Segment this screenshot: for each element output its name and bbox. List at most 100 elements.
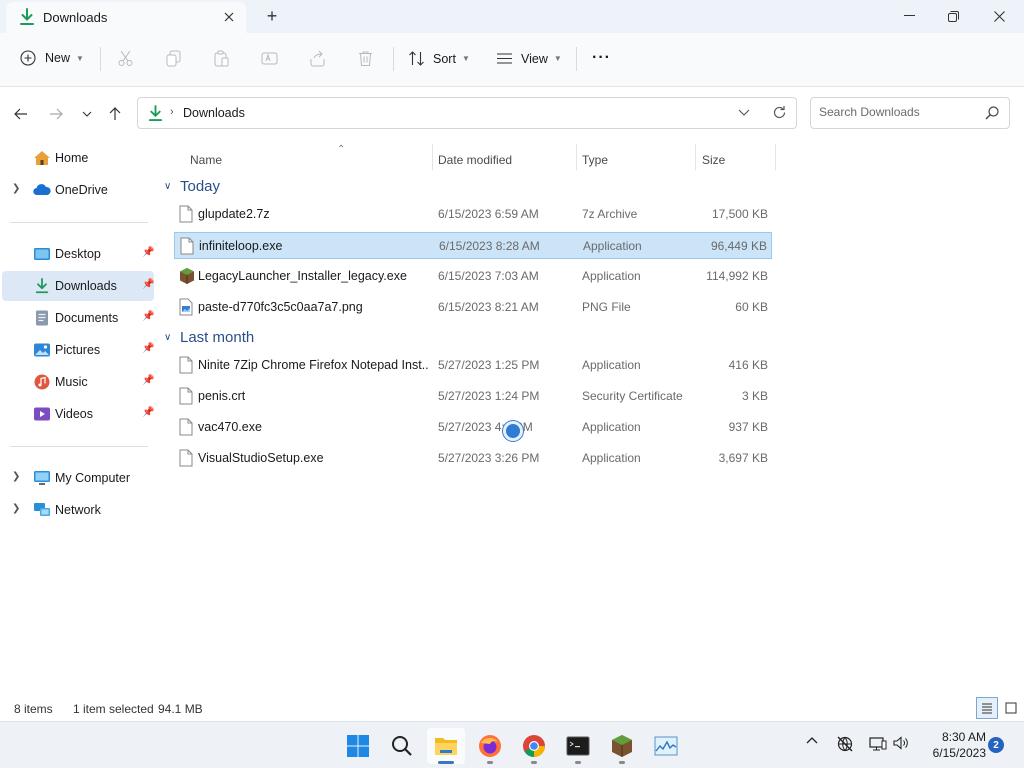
show-hidden-icons-button[interactable] — [804, 736, 820, 744]
pin-icon[interactable]: 📌 — [142, 375, 154, 386]
group-label: Today — [180, 177, 221, 195]
start-button[interactable] — [339, 728, 377, 764]
close-window-button[interactable] — [976, 2, 1022, 30]
close-tab-icon[interactable] — [220, 8, 238, 26]
tray-no-internet[interactable] — [835, 736, 855, 752]
sidebar-item-label: Videos — [55, 407, 93, 421]
column-header-date[interactable]: Date modified — [438, 146, 578, 174]
pin-icon[interactable]: 📌 — [142, 407, 154, 418]
column-header-type[interactable]: Type — [582, 146, 692, 174]
taskbar-minecraft[interactable] — [603, 728, 641, 764]
sidebar-item-documents[interactable]: Documents 📌 — [2, 303, 154, 333]
minimize-button[interactable] — [886, 2, 932, 30]
taskbar-chrome[interactable] — [515, 728, 553, 764]
column-header-size[interactable]: Size — [702, 146, 772, 174]
file-row[interactable]: glupdate2.7z 6/15/2023 6:59 AM 7z Archiv… — [174, 201, 772, 228]
taskbar-file-explorer[interactable] — [427, 728, 465, 764]
sort-button[interactable]: Sort ▼ — [408, 50, 470, 67]
sidebar-item-home[interactable]: Home — [2, 143, 154, 173]
taskbar-clock[interactable]: 8:30 AM 6/15/2023 — [916, 729, 986, 761]
pin-icon[interactable]: 📌 — [142, 279, 154, 290]
pin-icon[interactable]: 📌 — [142, 343, 154, 354]
sidebar-item-onedrive[interactable]: ❯ OneDrive — [2, 175, 154, 205]
taskbar-resource-monitor[interactable] — [647, 728, 685, 764]
toolbar-divider — [393, 47, 394, 71]
new-tab-button[interactable]: + — [262, 6, 282, 26]
more-options-button[interactable]: ··· — [592, 49, 611, 67]
group-header-last-month[interactable]: ∨ Last month — [164, 325, 254, 349]
taskbar-terminal[interactable] — [559, 728, 597, 764]
copy-button[interactable] — [165, 50, 182, 67]
file-row[interactable]: penis.crt 5/27/2023 1:24 PM Security Cer… — [174, 383, 772, 410]
file-row[interactable]: vac470.exe 5/27/2023 4:...PM Application… — [174, 414, 772, 441]
delete-button[interactable] — [357, 50, 374, 67]
taskbar-firefox[interactable] — [471, 728, 509, 764]
breadcrumb-chevron-icon[interactable]: › — [170, 106, 174, 118]
file-row[interactable]: Ninite 7Zip Chrome Firefox Notepad Inst.… — [174, 352, 772, 379]
arrow-right-icon — [50, 108, 63, 120]
sidebar-item-videos[interactable]: Videos 📌 — [2, 399, 154, 429]
pin-icon[interactable]: 📌 — [142, 247, 154, 258]
file-icon — [179, 205, 193, 223]
home-icon — [33, 150, 51, 166]
file-icon — [180, 237, 194, 255]
forward-button[interactable] — [46, 104, 66, 124]
file-name: VisualStudioSetup.exe — [198, 451, 324, 465]
sidebar-item-desktop[interactable]: Desktop 📌 — [2, 239, 154, 269]
restore-icon — [947, 10, 959, 22]
chevron-right-icon[interactable]: ❯ — [12, 471, 20, 482]
notification-badge[interactable]: 2 — [988, 737, 1004, 753]
close-icon — [993, 10, 1005, 22]
new-label: New — [45, 51, 71, 65]
new-button[interactable]: New ▼ — [20, 50, 84, 66]
column-resize-handle[interactable] — [775, 144, 776, 170]
search-icon[interactable] — [985, 106, 999, 123]
breadcrumb[interactable]: Downloads — [183, 106, 245, 120]
sidebar-item-downloads[interactable]: Downloads 📌 — [2, 271, 154, 301]
chevron-down-icon — [738, 109, 750, 116]
recent-locations-button[interactable] — [77, 104, 97, 124]
details-view-button[interactable] — [976, 697, 998, 719]
file-icon — [179, 418, 193, 436]
address-bar[interactable]: › Downloads — [137, 97, 797, 129]
share-button[interactable] — [309, 50, 326, 67]
cut-button[interactable] — [117, 50, 134, 67]
sort-icon — [409, 51, 424, 66]
status-bar: 8 items 1 item selected 94.1 MB — [0, 697, 1024, 721]
column-header-name[interactable]: ⌃ Name — [190, 144, 430, 174]
sidebar-item-pictures[interactable]: Pictures 📌 — [2, 335, 154, 365]
file-row[interactable]: LegacyLauncher_Installer_legacy.exe 6/15… — [174, 263, 772, 290]
refresh-button[interactable] — [772, 105, 787, 123]
search-box[interactable] — [810, 97, 1010, 129]
maximize-button[interactable] — [930, 2, 976, 30]
tray-display[interactable] — [868, 736, 888, 752]
tiles-view-button[interactable] — [1002, 699, 1020, 717]
back-button[interactable] — [11, 104, 31, 124]
taskbar-search-button[interactable] — [383, 728, 421, 764]
rename-button[interactable] — [261, 50, 278, 67]
file-row[interactable]: paste-d770fc3c5c0aa7a7.png 6/15/2023 8:2… — [174, 294, 772, 321]
sidebar-item-network[interactable]: ❯ Network — [2, 495, 154, 525]
file-row[interactable]: VisualStudioSetup.exe 5/27/2023 3:26 PM … — [174, 445, 772, 472]
sidebar-divider — [10, 222, 148, 223]
chevron-right-icon[interactable]: ❯ — [12, 503, 20, 514]
up-button[interactable] — [105, 104, 125, 124]
chevron-right-icon[interactable]: ❯ — [12, 183, 20, 194]
paste-button[interactable] — [213, 50, 230, 67]
file-row-selected[interactable]: infiniteloop.exe 6/15/2023 8:28 AM Appli… — [174, 232, 772, 259]
search-input[interactable] — [819, 105, 979, 119]
tray-volume[interactable] — [892, 736, 910, 750]
column-resize-handle[interactable] — [432, 144, 433, 170]
busy-cursor-icon — [503, 421, 523, 441]
column-resize-handle[interactable] — [695, 144, 696, 170]
pin-icon[interactable]: 📌 — [142, 311, 154, 322]
group-header-today[interactable]: ∨ Today — [164, 174, 220, 198]
sidebar-item-my-computer[interactable]: ❯ My Computer — [2, 463, 154, 493]
music-icon — [33, 374, 51, 390]
address-history-dropdown[interactable] — [738, 106, 750, 120]
tab-downloads[interactable]: Downloads — [6, 2, 246, 33]
sidebar-item-label: Network — [55, 503, 101, 517]
view-button[interactable]: View ▼ — [496, 50, 562, 67]
sidebar-item-music[interactable]: Music 📌 — [2, 367, 154, 397]
column-resize-handle[interactable] — [576, 144, 577, 170]
